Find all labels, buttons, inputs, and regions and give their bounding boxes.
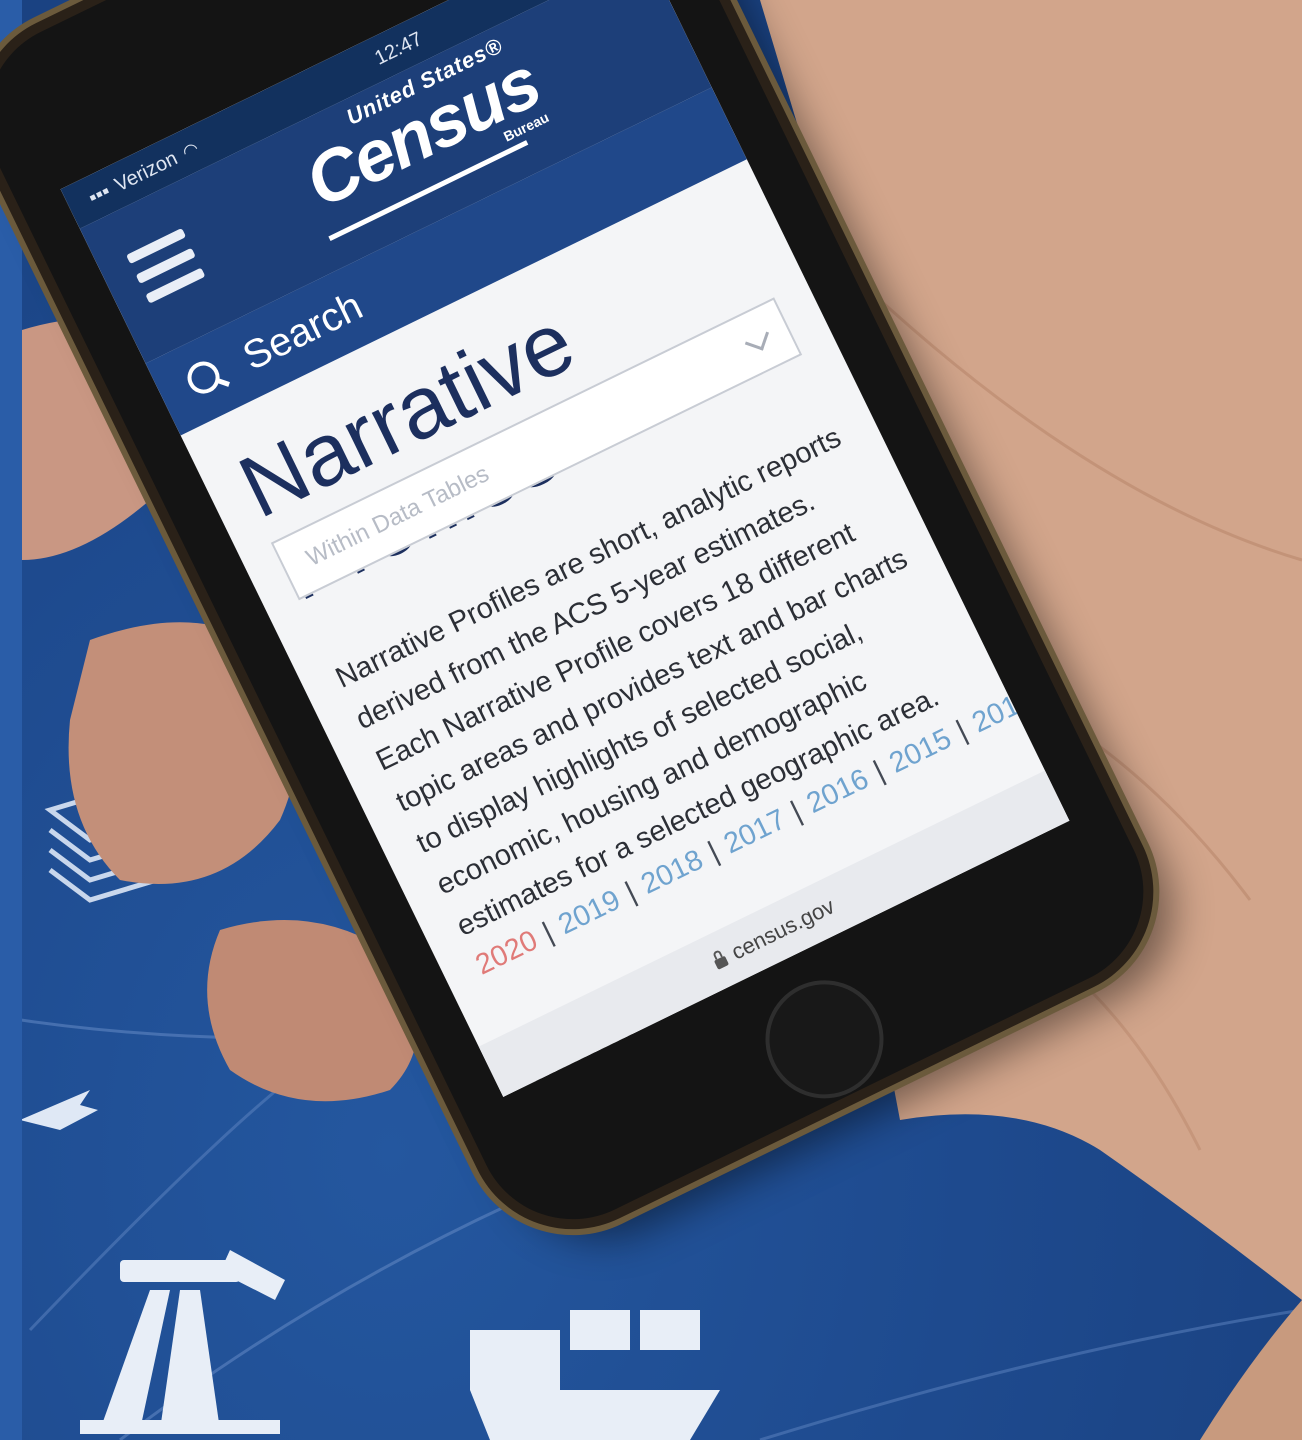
wifi-icon: ◠ <box>178 137 202 163</box>
signal-icon: ▪▪▪ <box>84 179 114 209</box>
url-text: census.gov <box>727 893 839 965</box>
chevron-down-icon <box>744 326 770 351</box>
hamburger-menu-icon[interactable] <box>126 227 206 304</box>
lock-icon <box>714 955 730 970</box>
search-icon <box>182 354 230 402</box>
